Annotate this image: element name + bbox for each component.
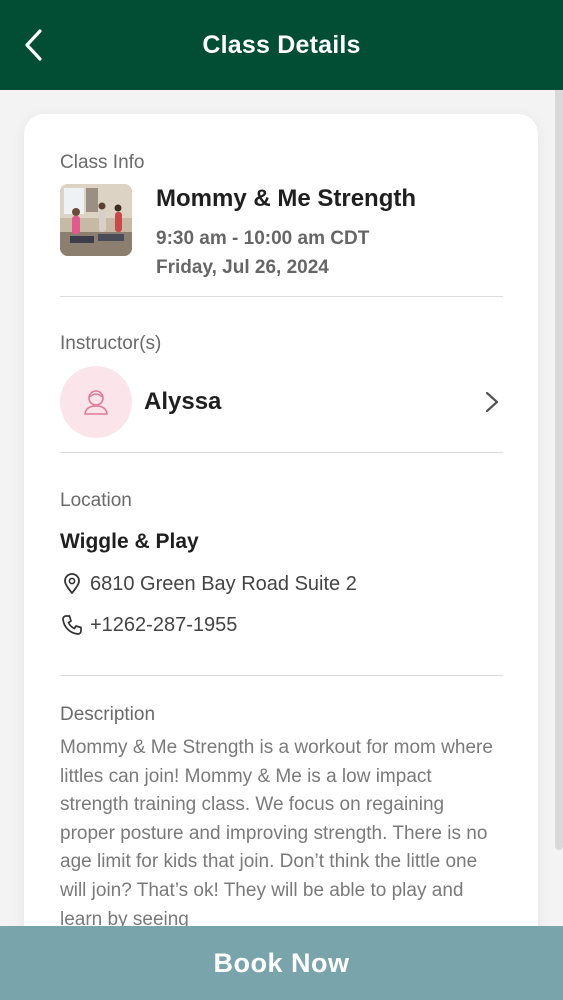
address-row[interactable]: 6810 Green Bay Road Suite 2 [60, 572, 357, 596]
book-now-button[interactable]: Book Now [0, 926, 563, 1000]
address-text: 6810 Green Bay Road Suite 2 [90, 572, 357, 595]
avatar [60, 366, 132, 438]
chevron-right-icon [485, 391, 499, 413]
class-details-card: Class Info Mommy & Me Strength 9:30 am -… [24, 114, 538, 926]
class-info-label: Class Info [60, 152, 145, 173]
phone-icon [60, 613, 84, 637]
map-pin-icon [60, 572, 84, 596]
phone-text: +1262-287-1955 [90, 613, 238, 636]
instructor-row-alyssa[interactable]: Alyssa [60, 366, 503, 438]
divider [60, 452, 503, 453]
top-app-bar: Class Details [0, 0, 563, 90]
description-label: Description [60, 704, 156, 725]
divider [60, 296, 503, 297]
instructors-label: Instructor(s) [60, 333, 162, 354]
class-name: Mommy & Me Strength [156, 185, 417, 212]
content-scroll-area[interactable]: Class Info Mommy & Me Strength 9:30 am -… [0, 90, 563, 926]
scrollbar-thumb[interactable] [555, 90, 563, 850]
class-image [60, 184, 132, 256]
class-date: Friday, Jul 26, 2024 [156, 257, 329, 278]
location-name: Wiggle & Play [60, 530, 199, 553]
location-label: Location [60, 490, 132, 511]
page-title: Class Details [202, 31, 361, 59]
instructor-name: Alyssa [144, 388, 222, 415]
class-photo [60, 184, 132, 256]
divider [60, 675, 503, 676]
description-text: Mommy & Me Strength is a workout for mom… [60, 737, 493, 926]
book-now-label: Book Now [213, 947, 350, 978]
scrollbar[interactable] [555, 90, 563, 926]
phone-row[interactable]: +1262-287-1955 [60, 613, 237, 637]
person-icon [84, 390, 108, 415]
class-time: 9:30 am - 10:00 am CDT [156, 228, 370, 249]
